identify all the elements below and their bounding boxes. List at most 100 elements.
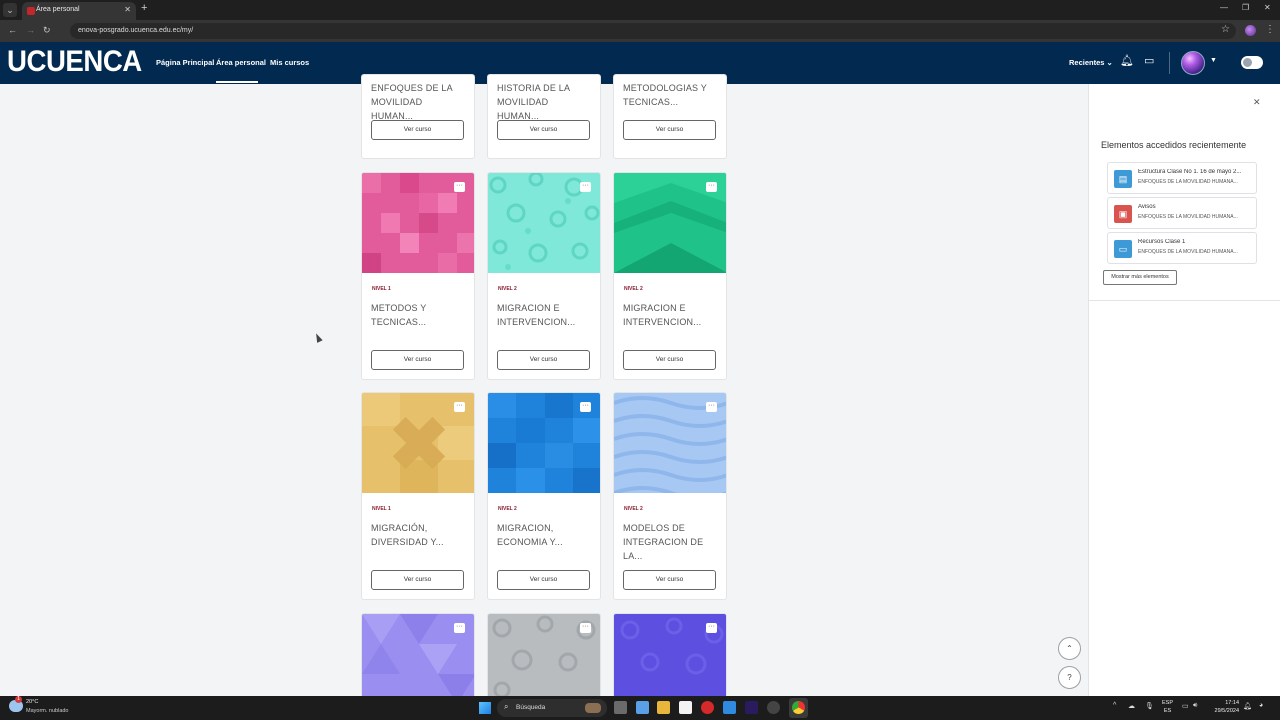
minimize-icon[interactable]: — [1220, 3, 1228, 12]
course-options-icon[interactable]: ··· [454, 182, 465, 192]
weather-desc: Mayorm. nublado [26, 708, 69, 714]
url-field[interactable]: enova-posgrado.ucuenca.edu.ec/my/ ☆ [70, 23, 1236, 39]
reload-icon[interactable]: ↻ [43, 25, 51, 36]
search-label: Búsqueda [516, 704, 546, 711]
course-level: NIVEL 2 [624, 286, 643, 292]
chrome-icon[interactable] [792, 701, 805, 714]
task-view-icon[interactable] [614, 701, 627, 714]
tab-search-icon[interactable]: ⌄ [3, 3, 17, 17]
main-content: ENFOQUES DE LA MOVILIDAD HUMAN... Ver cu… [0, 74, 1088, 703]
course-title[interactable]: METODOS Y TECNICAS... [371, 301, 467, 329]
course-options-icon[interactable]: ··· [706, 623, 717, 633]
browser-menu-icon[interactable]: ⋮ [1265, 24, 1275, 35]
nav-pagina-principal[interactable]: Página Principal [156, 58, 214, 67]
ver-curso-button[interactable]: Ver curso [371, 120, 464, 140]
course-options-icon[interactable]: ··· [706, 182, 717, 192]
windows-start-icon[interactable] [479, 702, 491, 714]
recent-item-name: Estructura Clase No 1. 16 de mayo 2... [1138, 169, 1242, 175]
widgets-icon[interactable] [636, 701, 649, 714]
course-options-icon[interactable]: ··· [580, 182, 591, 192]
mic-icon[interactable]: 🎙︎ [1145, 702, 1154, 710]
ver-curso-button[interactable]: Ver curso [497, 120, 590, 140]
course-options-icon[interactable]: ··· [454, 623, 465, 633]
ver-curso-button[interactable]: Ver curso [371, 350, 464, 370]
course-card: METODOLOGIAS Y TECNICAS... Ver curso [613, 74, 727, 159]
close-drawer-icon[interactable]: ✕ [1253, 97, 1261, 108]
bookmark-star-icon[interactable]: ☆ [1221, 24, 1230, 35]
weather-temp: 20°C [26, 699, 39, 705]
network-icon[interactable]: ▭ [1182, 702, 1189, 710]
lang-bottom: ES [1163, 708, 1172, 714]
course-options-icon[interactable]: ··· [580, 623, 591, 633]
course-title[interactable]: ENFOQUES DE LA MOVILIDAD HUMAN... [371, 81, 467, 123]
volume-icon[interactable]: 🔊︎ [1193, 702, 1197, 710]
store-icon[interactable] [679, 701, 692, 714]
file-explorer-icon[interactable] [657, 701, 670, 714]
course-options-icon[interactable]: ··· [580, 402, 591, 412]
course-options-icon[interactable]: ··· [706, 402, 717, 412]
course-title[interactable]: METODOLOGIAS Y TECNICAS... [623, 81, 719, 109]
course-options-icon[interactable]: ··· [454, 402, 465, 412]
course-title[interactable]: MIGRACIÓN, DIVERSIDAD Y... [371, 521, 467, 549]
browser-profile-icon[interactable] [1245, 25, 1256, 36]
ver-curso-button[interactable]: Ver curso [623, 120, 716, 140]
premiere-icon[interactable] [745, 701, 758, 714]
forum-icon: ▣ [1114, 205, 1132, 223]
course-card: ··· NIVEL 1 METODOS Y TECNICAS... Ver cu… [361, 172, 475, 380]
course-card: ··· [361, 613, 475, 703]
opera-icon[interactable] [701, 701, 714, 714]
bell-icon[interactable]: 🔔︎ [1120, 54, 1134, 67]
recent-item[interactable]: ▭ Recursos Clase 1 ENFOQUES DE LA MOVILI… [1107, 232, 1257, 264]
folder-icon: ▭ [1114, 240, 1132, 258]
clock-date: 29/5/2024 [1214, 708, 1239, 714]
forward-icon[interactable]: → [26, 25, 35, 35]
ver-curso-button[interactable]: Ver curso [497, 350, 590, 370]
ver-curso-button[interactable]: Ver curso [497, 570, 590, 590]
copilot-icon[interactable]: ◕ [1259, 702, 1263, 709]
messages-icon[interactable]: ▭ [1144, 54, 1154, 67]
course-card: ··· NIVEL 2 MODELOS DE INTEGRACION DE LA… [613, 392, 727, 600]
notifications-icon[interactable]: 🔔︎ [1243, 702, 1252, 710]
drawer-toggle[interactable] [1241, 56, 1263, 69]
recent-item-name: Recursos Clase 1 [1138, 239, 1186, 245]
course-title[interactable]: HISTORIA DE LA MOVILIDAD HUMAN... [497, 81, 593, 123]
clock[interactable]: 17:14 29/5/2024 [1209, 699, 1239, 715]
close-tab-icon[interactable]: ✕ [124, 5, 131, 14]
new-tab-icon[interactable]: + [141, 2, 147, 14]
restore-icon[interactable]: ❐ [1242, 3, 1249, 12]
recent-item-course: ENFOQUES DE LA MOVILIDAD HUMANA... [1138, 249, 1238, 255]
scroll-top-icon[interactable]: ⌃ [1058, 637, 1081, 660]
browser-tab[interactable]: Área personal ✕ [22, 2, 136, 20]
course-title[interactable]: MODELOS DE INTEGRACION DE LA... [623, 521, 719, 563]
course-title[interactable]: MIGRACION E INTERVENCION... [623, 301, 719, 329]
site-logo[interactable]: UCUENCA [7, 45, 142, 79]
recientes-dropdown[interactable]: Recientes ⌄ [1069, 58, 1113, 67]
recent-item[interactable]: ▣ Avisos ENFOQUES DE LA MOVILIDAD HUMANA… [1107, 197, 1257, 229]
document-icon: ▤ [1114, 170, 1132, 188]
taskbar-search[interactable]: ⌕ Búsqueda [497, 699, 607, 717]
nav-area-personal[interactable]: Área personal [216, 58, 266, 67]
ver-curso-button[interactable]: Ver curso [623, 570, 716, 590]
user-avatar[interactable] [1181, 51, 1205, 75]
close-window-icon[interactable]: ✕ [1264, 3, 1271, 12]
course-title[interactable]: MIGRACION, ECONOMIA Y... [497, 521, 593, 549]
cloud-icon[interactable]: ☁ [1128, 702, 1135, 710]
todo-icon[interactable] [723, 701, 736, 714]
obs-icon[interactable] [767, 701, 780, 714]
chevron-down-icon[interactable]: ▼ [1210, 57, 1217, 64]
course-card: ··· NIVEL 2 MIGRACION E INTERVENCION... … [613, 172, 727, 380]
recent-item[interactable]: ▤ Estructura Clase No 1. 16 de mayo 2...… [1107, 162, 1257, 194]
nav-mis-cursos[interactable]: Mis cursos [270, 58, 309, 67]
recientes-label: Recientes [1069, 58, 1105, 67]
language-indicator[interactable]: ESP ES [1162, 699, 1173, 715]
help-icon[interactable]: ? [1058, 666, 1081, 689]
clock-time: 17:14 [1225, 700, 1239, 706]
course-card: HISTORIA DE LA MOVILIDAD HUMAN... Ver cu… [487, 74, 601, 159]
ver-curso-button[interactable]: Ver curso [371, 570, 464, 590]
course-title[interactable]: MIGRACION E INTERVENCION... [497, 301, 593, 329]
show-more-button[interactable]: Mostrar más elementos [1103, 270, 1177, 285]
course-level: NIVEL 1 [372, 286, 391, 292]
tray-overflow-icon[interactable]: ^ [1113, 702, 1116, 709]
ver-curso-button[interactable]: Ver curso [623, 350, 716, 370]
back-icon[interactable]: ← [8, 25, 17, 35]
